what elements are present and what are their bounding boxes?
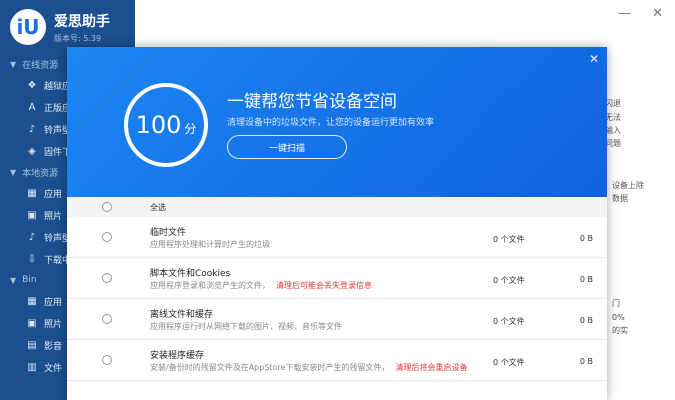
download-icon: ⇩	[27, 253, 37, 265]
row-radio[interactable]	[102, 273, 112, 283]
app-logo-area: iU 爱思助手 版本号: 5.39	[0, 0, 135, 54]
cleanup-row[interactable]: 离线文件和缓存应用程序运行时从网络下载的图片、视频、音乐等文件 0 个文件 0 B	[67, 299, 607, 340]
film-icon: ▤	[27, 339, 37, 351]
row-desc-text: 安装/备份时的残留文件及在AppStore下载安装时产生的残留文件，	[150, 363, 390, 372]
background-text: 问题	[605, 139, 621, 148]
background-text: 门	[612, 299, 620, 308]
row-radio[interactable]	[102, 232, 112, 242]
row-desc-text: 应用程序登录和浏览产生的文件，	[150, 281, 270, 290]
app-title: 爱思助手	[54, 13, 110, 30]
photo-icon: ▣	[27, 209, 37, 221]
row-radio[interactable]	[102, 314, 112, 324]
row-title: 离线文件和缓存	[150, 310, 214, 320]
row-size: 0 B	[579, 316, 593, 325]
row-file-count: 0 个文件	[493, 235, 525, 244]
score-value: 100	[135, 111, 182, 139]
firmware-icon: ◈	[28, 145, 36, 157]
cleanup-row[interactable]: 临时文件应用程序处理和计算时产生的垃圾 0 个文件 0 B	[67, 217, 607, 258]
row-title: 脚本文件和Cookies	[150, 269, 231, 279]
sidebar-section-label: 在线资源	[22, 60, 59, 71]
row-description: 应用程序登录和浏览产生的文件， 清理后可能会丢失登录信息	[150, 280, 372, 291]
row-desc-text: 应用程序处理和计算时产生的垃圾	[150, 240, 270, 249]
window-titlebar: — ✕	[135, 0, 675, 30]
row-warning: 清理后将会重启设备	[395, 363, 468, 372]
select-all-row[interactable]: 全选	[67, 197, 607, 217]
sidebar-section-label: 本地资源	[22, 168, 59, 179]
sidebar-item-label: 应用	[44, 189, 63, 200]
cleanup-row[interactable]: 安装程序缓存 安装/备份时的残留文件及在AppStore下载安装时产生的残留文件，…	[67, 340, 607, 381]
background-text: 数据	[612, 194, 628, 203]
row-file-count: 0 个文件	[493, 276, 525, 285]
row-description: 应用程序处理和计算时产生的垃圾	[150, 239, 270, 250]
apps-grid-icon: ▦	[27, 295, 37, 307]
row-size: 0 B	[579, 275, 593, 284]
photo-icon: ▣	[27, 317, 37, 329]
row-radio[interactable]	[102, 355, 112, 365]
close-window-icon[interactable]: ✕	[652, 6, 663, 21]
score-display: 100 分	[121, 80, 211, 170]
row-size: 0 B	[579, 234, 593, 243]
caret-down-icon: ▼	[10, 59, 17, 69]
box-icon: ❖	[27, 79, 37, 91]
background-text: 闪退	[605, 99, 621, 108]
score-unit: 分	[184, 121, 197, 136]
caret-down-icon: ▼	[10, 275, 17, 285]
row-file-count: 0 个文件	[493, 317, 525, 326]
row-file-count: 0 个文件	[493, 358, 525, 367]
dialog-subtitle: 清理设备中的垃圾文件，让您的设备运行更加有效率	[227, 118, 435, 128]
file-icon: ▥	[27, 361, 37, 373]
app-version: 版本号: 5.39	[54, 33, 102, 43]
sidebar-item-label: 应用	[44, 297, 63, 308]
minimize-icon[interactable]: —	[618, 6, 631, 21]
row-size: 0 B	[579, 357, 593, 366]
row-title: 安装程序缓存	[150, 351, 205, 361]
cleanup-dialog: ✕ 100 分 一键帮您节省设备空间 清理设备中的垃圾文件，让您的设备运行更加有…	[67, 47, 607, 400]
sidebar-item-label: 照片	[44, 319, 63, 330]
sidebar-section-label: Bin	[22, 275, 37, 285]
bell-icon: ♪	[28, 231, 36, 243]
background-text: 0%	[612, 313, 625, 322]
row-desc-text: 应用程序运行时从网络下载的图片、视频、音乐等文件	[150, 322, 342, 331]
sidebar-item-label: 文件	[44, 363, 63, 374]
dialog-title: 一键帮您节省设备空间	[227, 92, 397, 112]
caret-down-icon: ▼	[10, 167, 17, 177]
close-icon[interactable]: ✕	[589, 52, 599, 66]
bell-icon: ♪	[28, 123, 36, 135]
select-all-radio[interactable]	[102, 202, 112, 212]
app-logo-icon: iU	[10, 9, 46, 45]
row-description: 应用程序运行时从网络下载的图片、视频、音乐等文件	[150, 321, 342, 332]
background-text: 输入	[605, 126, 621, 135]
row-description: 安装/备份时的残留文件及在AppStore下载安装时产生的残留文件， 清理后将会重…	[150, 362, 467, 373]
sidebar-item-label: 照片	[44, 211, 63, 222]
row-title: 临时文件	[150, 228, 187, 238]
cleanup-row[interactable]: 脚本文件和Cookies 应用程序登录和浏览产生的文件， 清理后可能会丢失登录信息 0…	[67, 258, 607, 299]
cleanup-list: 全选 临时文件应用程序处理和计算时产生的垃圾 0 个文件 0 B 脚本文件和Cooki…	[67, 197, 607, 381]
row-warning: 清理后可能会丢失登录信息	[276, 281, 372, 290]
sidebar-item-label: 影音	[44, 341, 63, 352]
select-all-label: 全选	[150, 202, 166, 212]
one-click-scan-button[interactable]: 一键扫描	[227, 135, 347, 159]
background-text: 的实	[612, 326, 628, 335]
background-text: 无法	[605, 113, 621, 122]
background-text: 设备上除	[612, 181, 644, 190]
app-icon: A	[28, 101, 36, 113]
dialog-header: ✕ 100 分 一键帮您节省设备空间 清理设备中的垃圾文件，让您的设备运行更加有…	[67, 47, 607, 197]
apps-grid-icon: ▦	[27, 187, 37, 199]
